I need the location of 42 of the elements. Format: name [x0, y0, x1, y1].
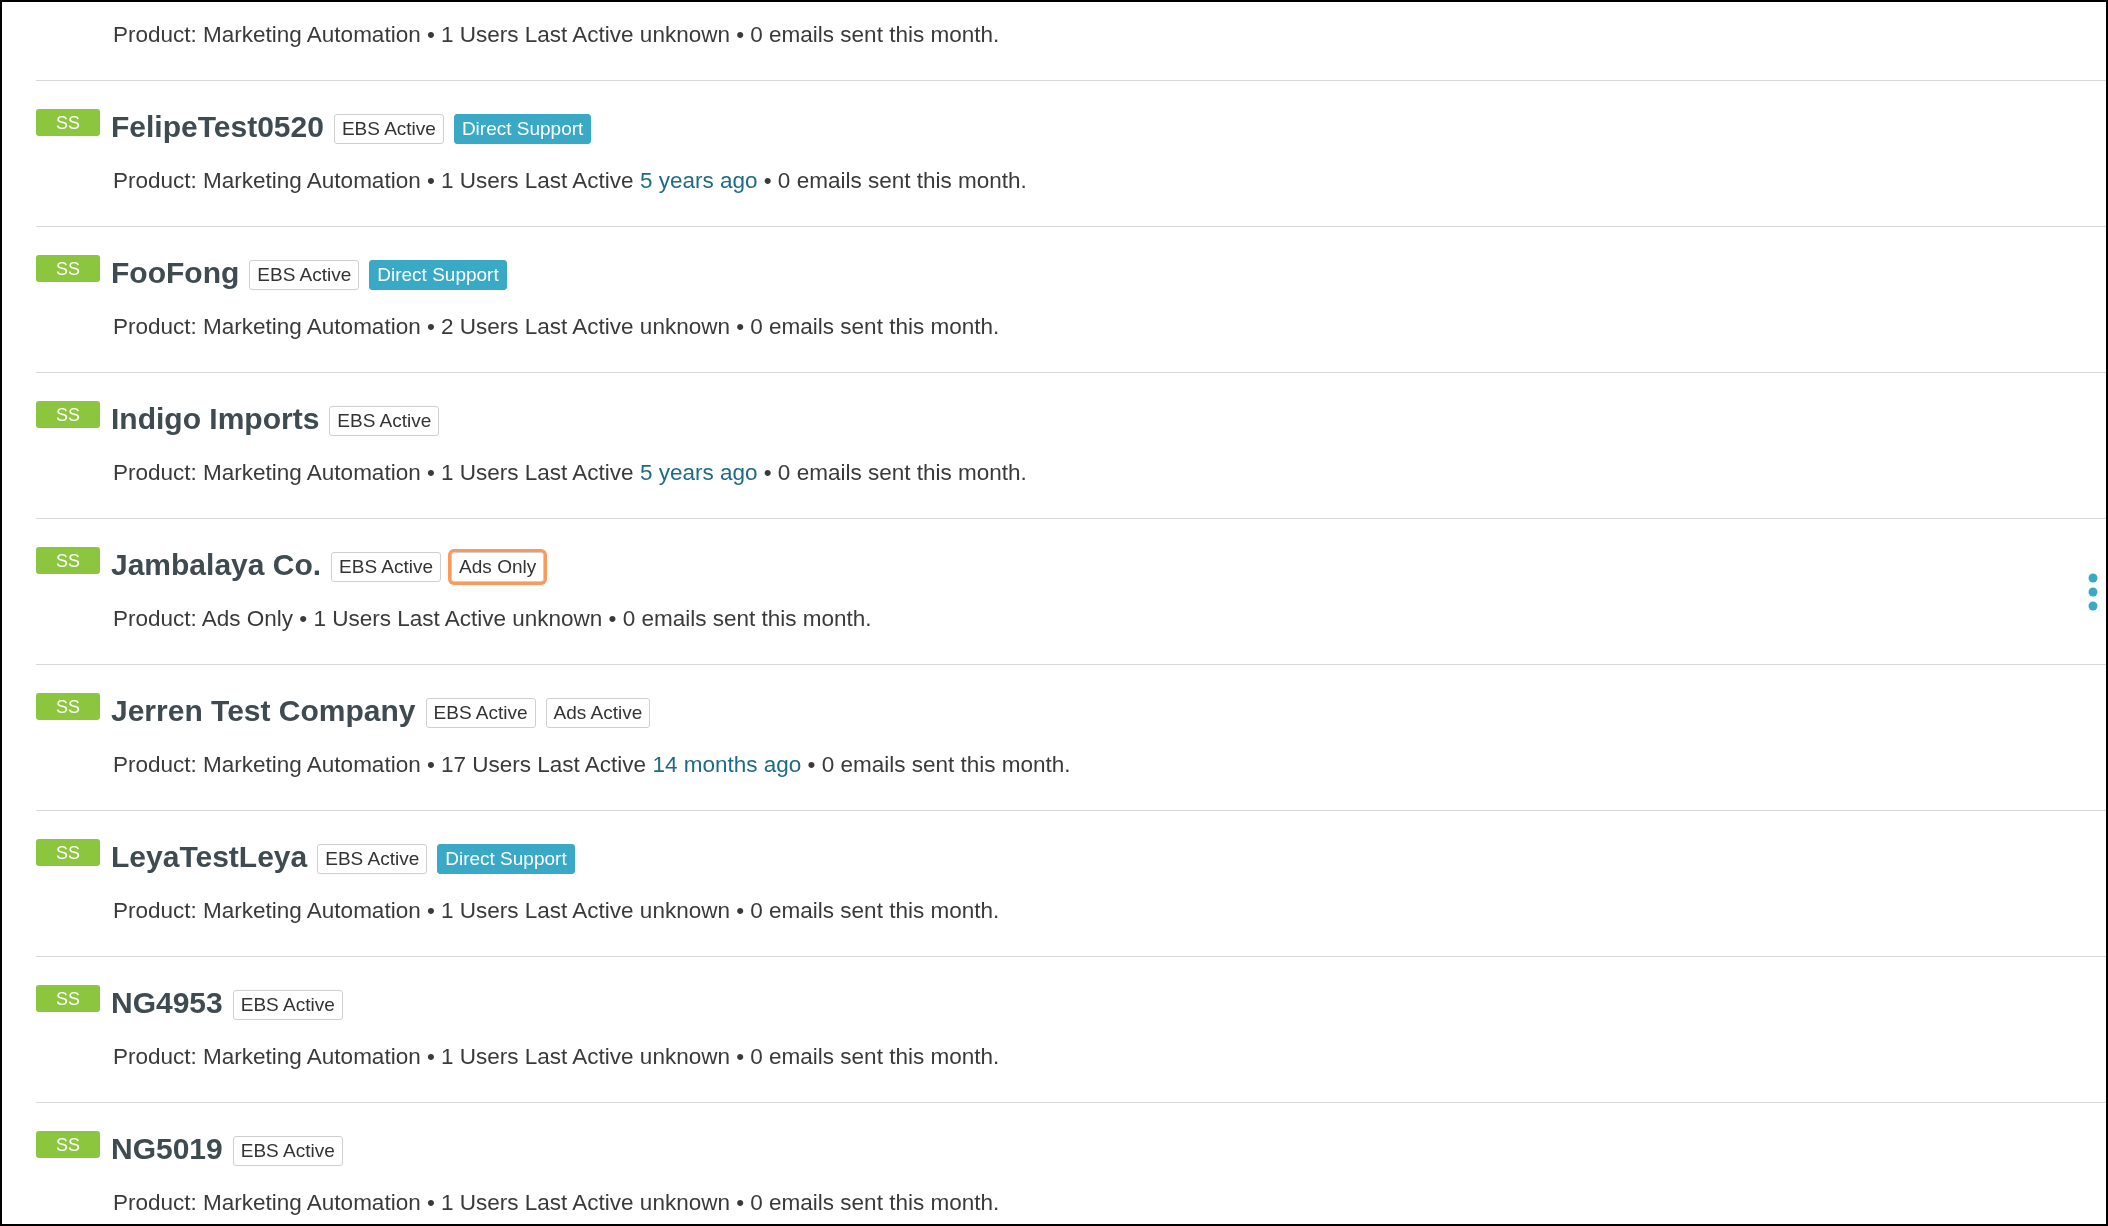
status-tag: Ads Active [545, 698, 651, 728]
account-name[interactable]: Indigo Imports [111, 402, 320, 436]
account-name[interactable]: Jerren Test Company [111, 694, 416, 728]
status-tag: EBS Active [232, 990, 343, 1020]
account-summary: Product: Marketing Automation • 1 Users Last Active unknown • 0 emails sent this month. [113, 897, 1001, 925]
account-summary: Product: Marketing Automation • 1 Users Last Active unknown • 0 emails sent this month. [113, 21, 1001, 49]
account-summary: Product: Ads Only • 1 Users Last Active unknown • 0 emails sent this month. [113, 605, 873, 633]
status-tag: Direct Support [437, 844, 575, 874]
account-summary: Product: Marketing Automation • 17 Users Last Active 14 months ago • 0 emails sent this month. [113, 751, 1072, 779]
account-summary: Product: Marketing Automation • 1 Users Last Active unknown • 0 emails sent this month. [113, 1189, 1001, 1217]
account-summary: Product: Marketing Automation • 2 Users Last Active unknown • 0 emails sent this month. [113, 313, 1001, 341]
account-type-badge: SS [36, 400, 100, 428]
account-name[interactable]: FooFong [111, 256, 240, 290]
account-type-badge: SS [36, 108, 100, 136]
account-type-badge: SS [36, 984, 100, 1012]
last-active-link[interactable]: 14 months ago [652, 752, 802, 777]
account-type-badge: SS [36, 254, 100, 282]
status-tag: EBS Active [425, 698, 536, 728]
status-tag: Direct Support [369, 260, 507, 290]
account-name[interactable]: NG5019 [111, 1132, 223, 1166]
account-name[interactable]: NG4953 [111, 986, 223, 1020]
more-options-icon[interactable] [2088, 572, 2098, 611]
account-name[interactable]: Jambalaya Co. [111, 548, 322, 582]
status-tag: Direct Support [453, 114, 592, 144]
status-tag: EBS Active [232, 1136, 343, 1166]
status-tag: EBS Active [249, 260, 360, 290]
status-tag: EBS Active [329, 406, 440, 436]
status-tag: EBS Active [317, 844, 428, 874]
status-tag: Ads Only [451, 552, 545, 582]
account-summary: Product: Marketing Automation • 1 Users Last Active 5 years ago • 0 emails sent this month. [113, 459, 1028, 487]
last-active-link[interactable]: 5 years ago [639, 168, 758, 193]
account-summary: Product: Marketing Automation • 1 Users Last Active unknown • 0 emails sent this month. [113, 1043, 1001, 1071]
account-type-badge: SS [36, 1130, 100, 1158]
account-type-badge: SS [36, 546, 100, 574]
account-name[interactable]: LeyaTestLeya [111, 840, 308, 874]
status-tag: EBS Active [331, 552, 442, 582]
status-tag: EBS Active [333, 114, 444, 144]
last-active-link[interactable]: 5 years ago [639, 460, 758, 485]
account-type-badge: SS [36, 838, 100, 866]
account-type-badge: SS [36, 692, 100, 720]
account-name[interactable]: FelipeTest0520 [111, 110, 324, 144]
account-summary: Product: Marketing Automation • 1 Users Last Active 5 years ago • 0 emails sent this month. [113, 167, 1028, 195]
